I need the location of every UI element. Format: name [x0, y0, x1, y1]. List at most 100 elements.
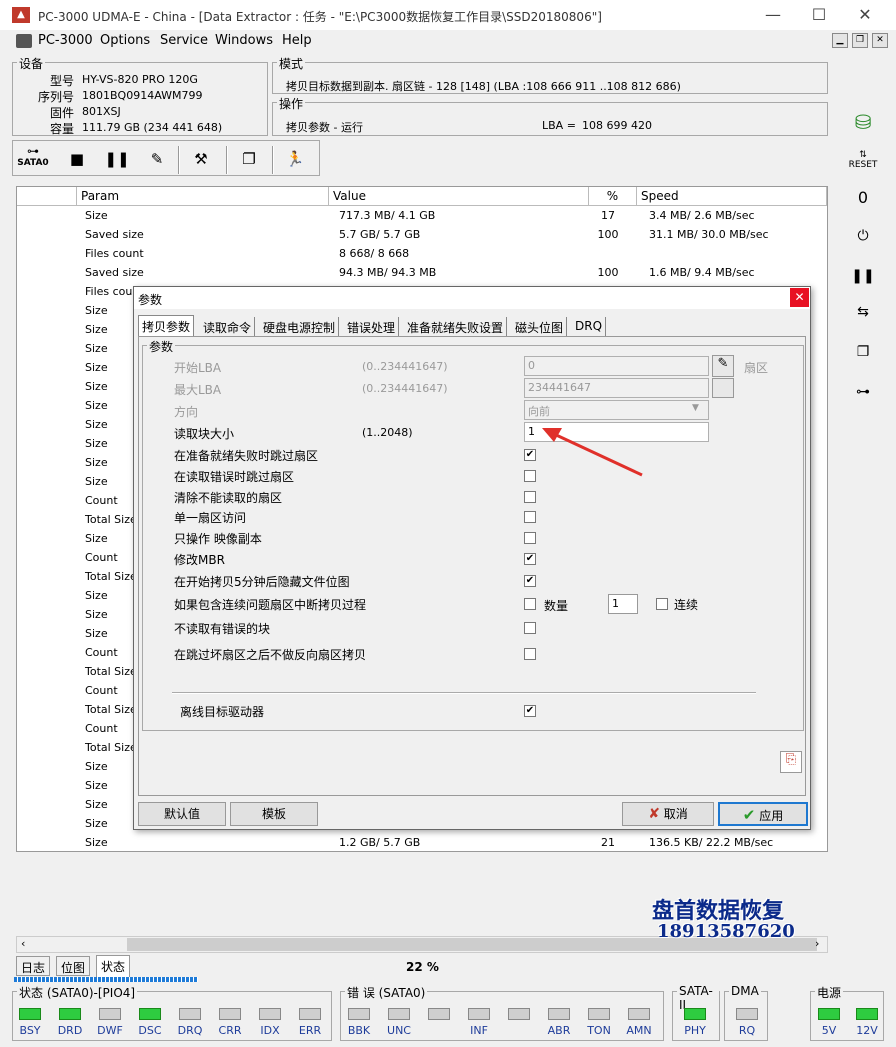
apply-button[interactable]: ✔ 应用 — [718, 802, 808, 826]
table-row[interactable]: Saved size 5.7 GB/ 5.7 GB 100 31.1 MB/ 30.0… — [17, 225, 827, 244]
start-lba-range: (0..234441647) — [362, 360, 448, 373]
grid-cell-param: Size — [85, 475, 108, 488]
max-lba-field[interactable]: 234441647 — [524, 378, 709, 398]
grid-header-param[interactable]: Param — [77, 187, 329, 206]
close-button[interactable]: ✕ — [850, 5, 880, 24]
menu-help[interactable]: Help — [282, 33, 312, 48]
reset-icon[interactable]: ⇅ RESET — [846, 150, 880, 180]
menu-pc3000[interactable]: PC-3000 — [38, 33, 93, 48]
database-icon[interactable]: ⛁ — [846, 110, 880, 140]
edit-button[interactable]: ✎ — [142, 146, 172, 172]
grid-header-value[interactable]: Value — [329, 187, 589, 206]
start-lba-field[interactable]: 0 — [524, 356, 709, 376]
tab-ready-fail[interactable]: 准备就绪失败设置 — [404, 317, 508, 337]
status-led — [428, 1008, 450, 1020]
tab-read-command[interactable]: 读取命令 — [200, 317, 256, 337]
option-checkbox[interactable] — [524, 598, 536, 610]
template-button[interactable]: 模板 — [230, 802, 318, 826]
mdi-close-button[interactable]: ✕ — [872, 33, 888, 48]
option-checkbox[interactable]: ✔ — [524, 553, 536, 565]
status-led-label: DSC — [138, 1024, 162, 1037]
status-led — [736, 1008, 758, 1020]
menu-options[interactable]: Options — [100, 33, 150, 48]
grid-header-percent[interactable]: % — [589, 187, 637, 206]
scroll-right-icon[interactable]: › — [815, 937, 819, 950]
menu-windows[interactable]: Windows — [215, 33, 273, 48]
grid-cell-param: Size — [85, 418, 108, 431]
dialog-close-button[interactable]: ✕ — [790, 288, 809, 307]
cancel-button-label: 取消 — [663, 807, 688, 821]
mdi-minimize-button[interactable]: ▁ — [832, 33, 848, 48]
sata-port-icon: ⊶ — [27, 144, 39, 158]
tab-copy-params[interactable]: 拷贝参数 — [138, 315, 195, 337]
mode-text: 拷贝目标数据到副本. 扇区链 - 128 [148] (LBA :108 666… — [286, 80, 681, 93]
tools-button[interactable]: ⚒ — [186, 146, 216, 172]
tab-drq[interactable]: DRQ — [572, 317, 607, 337]
status-led — [588, 1008, 610, 1020]
status-led — [99, 1008, 121, 1020]
sector-picker-icon[interactable]: ✎ — [712, 355, 734, 377]
continuous-checkbox[interactable] — [656, 598, 668, 610]
count-field[interactable]: 1 — [608, 594, 638, 614]
pause-button[interactable]: ❚❚ — [102, 146, 132, 172]
option-checkbox[interactable]: ✔ — [524, 575, 536, 587]
status-led — [508, 1008, 530, 1020]
tab-status[interactable]: 状态 — [96, 955, 131, 977]
copy-close-icon[interactable]: ❐ — [846, 344, 880, 374]
progress-bar — [14, 977, 198, 982]
menu-service[interactable]: Service — [160, 33, 208, 48]
mdi-restore-button[interactable]: ❐ — [852, 33, 868, 48]
sector-label: 扇区 — [744, 361, 769, 375]
option-checkbox[interactable] — [524, 491, 536, 503]
tab-power-control[interactable]: 硬盘电源控制 — [260, 317, 340, 337]
option-checkbox[interactable]: ✔ — [524, 449, 536, 461]
max-lba-button[interactable] — [712, 378, 734, 398]
table-row[interactable]: Size 1.2 GB/ 5.7 GB 21 136.5 KB/ 22.2 MB/se… — [17, 833, 827, 852]
option-checkbox[interactable] — [524, 511, 536, 523]
cancel-button[interactable]: ✘ 取消 — [622, 802, 714, 826]
zero-fill-icon[interactable]: 0 — [846, 188, 880, 218]
tab-bitmap[interactable]: 位图 — [56, 956, 91, 976]
grid-header-speed[interactable]: Speed — [637, 187, 827, 206]
grid-cell-speed: 1.6 MB/ 9.4 MB/sec — [649, 266, 755, 279]
scroll-left-icon[interactable]: ‹ — [21, 937, 25, 950]
option-label: 在跳过坏扇区之后不做反向扇区拷贝 — [174, 648, 367, 662]
chevron-down-icon[interactable]: ▼ — [692, 403, 699, 413]
status-led — [19, 1008, 41, 1020]
default-button[interactable]: 默认值 — [138, 802, 226, 826]
option-label: 在准备就绪失败时跳过扇区 — [174, 449, 319, 463]
tab-error-handling[interactable]: 错误处理 — [344, 317, 400, 337]
offline-target-checkbox[interactable]: ✔ — [524, 705, 536, 717]
sata-port-button[interactable]: ⊶ SATA0 — [15, 144, 51, 174]
option-checkbox[interactable] — [524, 648, 536, 660]
grid-header-blank — [17, 187, 77, 206]
lba-label: LBA = — [542, 119, 576, 132]
state-group-title: 状态 (SATA0)-[PIO4] — [17, 984, 138, 1001]
option-checkbox[interactable] — [524, 622, 536, 634]
table-row[interactable]: Size 717.3 MB/ 4.1 GB 17 3.4 MB/ 2.6 MB/sec — [17, 206, 827, 225]
status-led-label: ABR — [547, 1024, 571, 1037]
table-row[interactable]: Files count 8 668/ 8 668 — [17, 244, 827, 263]
status-led-label: 5V — [821, 1024, 837, 1037]
table-row[interactable]: Saved size 94.3 MB/ 94.3 MB 100 1.6 MB/ 9.4… — [17, 263, 827, 282]
maximize-button[interactable]: ☐ — [804, 5, 834, 24]
pause-side-icon[interactable]: ❚❚ — [846, 268, 880, 298]
minimize-button[interactable]: — — [758, 5, 788, 24]
port-icon[interactable]: ⇆ — [846, 304, 880, 334]
grid-cell-value: 94.3 MB/ 94.3 MB — [339, 266, 437, 279]
run-button[interactable]: 🏃 — [280, 146, 310, 172]
connector-icon[interactable]: ⊶ — [846, 384, 880, 414]
status-led — [388, 1008, 410, 1020]
option-checkbox[interactable] — [524, 470, 536, 482]
stop-button[interactable]: ■ — [62, 146, 92, 172]
capacity-value: 111.79 GB (234 441 648) — [82, 121, 223, 134]
grid-cell-param: Size — [85, 437, 108, 450]
windows-button[interactable]: ❐ — [234, 146, 264, 172]
grid-cell-percent: 17 — [601, 209, 615, 222]
save-params-icon[interactable]: ⎘ — [780, 751, 802, 773]
direction-select[interactable]: 向前 — [524, 400, 709, 420]
tab-log[interactable]: 日志 — [16, 956, 51, 976]
tab-head-map[interactable]: 磁头位图 — [512, 317, 568, 337]
option-checkbox[interactable] — [524, 532, 536, 544]
power-switch-icon[interactable]: ⏻ — [846, 228, 880, 258]
